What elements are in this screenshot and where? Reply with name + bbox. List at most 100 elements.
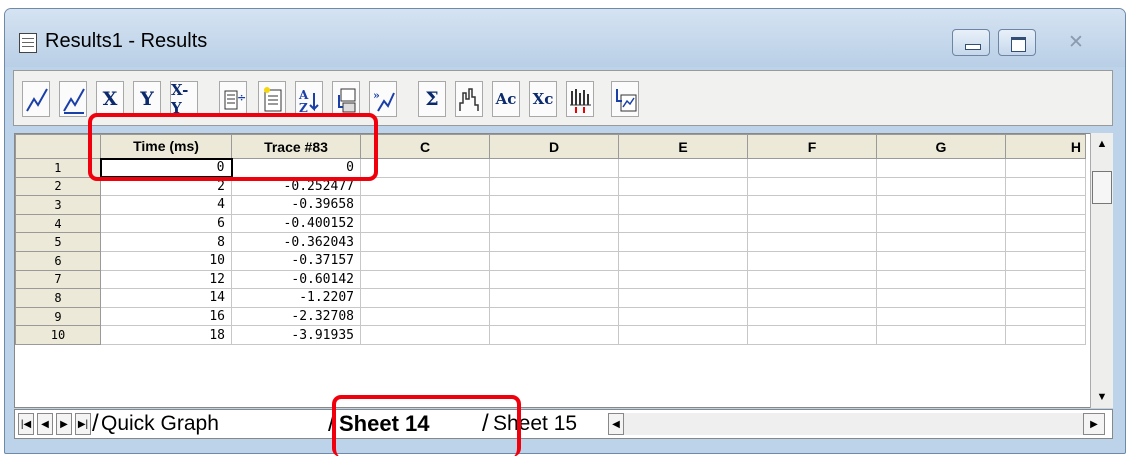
table-row[interactable]: 6 10 -0.37157 [15,250,1086,271]
trace-cell[interactable]: -0.400152 [231,213,361,234]
empty-cell[interactable] [618,232,748,252]
column-header-e[interactable]: E [618,134,748,159]
empty-cell[interactable] [360,158,490,178]
table-row[interactable]: 10 18 -3.91935 [15,325,1086,345]
empty-cell[interactable] [1005,195,1086,215]
time-cell[interactable]: 16 [100,306,232,327]
row-header[interactable]: 9 [15,306,101,327]
row-header[interactable]: 3 [15,195,101,215]
trace-cell[interactable]: -3.91935 [231,325,361,345]
empty-cell[interactable] [489,213,619,234]
empty-cell[interactable] [747,269,877,290]
vertical-scrollbar[interactable]: ▲ ▼ [1090,133,1113,408]
row-header[interactable]: 6 [15,250,101,271]
empty-cell[interactable] [1005,306,1086,327]
table-row[interactable]: 4 6 -0.400152 [15,213,1086,234]
row-header[interactable]: 4 [15,213,101,234]
empty-cell[interactable] [876,250,1006,271]
minimize-button[interactable] [952,29,990,56]
empty-cell[interactable] [360,232,490,252]
table-row[interactable]: 3 4 -0.39658 [15,195,1086,215]
table-row[interactable]: 5 8 -0.362043 [15,232,1086,252]
time-cell[interactable]: 6 [100,213,232,234]
empty-cell[interactable] [1005,325,1086,345]
line-graph-marker-button[interactable] [59,81,87,117]
row-header[interactable]: 5 [15,232,101,252]
scroll-left-arrow-icon[interactable]: ◀ [608,413,624,435]
column-header-f[interactable]: F [747,134,877,159]
trace-cell[interactable]: -0.362043 [231,232,361,252]
scroll-thumb[interactable] [1092,171,1112,204]
empty-cell[interactable] [489,325,619,345]
x-column-button[interactable]: X [96,81,124,117]
column-header-g[interactable]: G [876,134,1006,159]
scroll-right-arrow-icon[interactable]: ▶ [1083,413,1105,435]
empty-cell[interactable] [489,288,619,308]
empty-cell[interactable] [489,250,619,271]
empty-cell[interactable] [747,176,877,197]
empty-cell[interactable] [489,195,619,215]
empty-cell[interactable] [618,269,748,290]
column-header-c[interactable]: C [360,134,490,159]
sum-button[interactable]: Σ [418,81,446,117]
empty-cell[interactable] [876,306,1006,327]
trace-cell[interactable]: -2.32708 [231,306,361,327]
empty-cell[interactable] [360,325,490,345]
empty-cell[interactable] [489,232,619,252]
export-graph-button[interactable] [611,81,639,117]
empty-cell[interactable] [618,176,748,197]
paste-button[interactable] [258,81,286,117]
empty-cell[interactable] [489,269,619,290]
empty-cell[interactable] [489,158,619,178]
time-cell[interactable]: 4 [100,195,232,215]
trace-cell[interactable]: -1.2207 [231,288,361,308]
empty-cell[interactable] [876,158,1006,178]
empty-cell[interactable] [1005,158,1086,178]
histogram-button[interactable] [455,81,483,117]
time-cell[interactable]: 18 [100,325,232,345]
table-row[interactable]: 8 14 -1.2207 [15,288,1086,308]
empty-cell[interactable] [618,250,748,271]
empty-cell[interactable] [876,288,1006,308]
line-graph-button[interactable] [22,81,50,117]
empty-cell[interactable] [360,250,490,271]
y-column-button[interactable]: Y [133,81,161,117]
column-header-d[interactable]: D [489,134,619,159]
scroll-down-arrow-icon[interactable]: ▼ [1091,386,1113,408]
table-row[interactable]: 9 16 -2.32708 [15,306,1086,327]
empty-cell[interactable] [747,306,877,327]
empty-cell[interactable] [747,195,877,215]
sort-button[interactable]: AZ [295,81,323,117]
insert-column-button[interactable]: ÷ [219,81,247,117]
empty-cell[interactable] [876,269,1006,290]
empty-cell[interactable] [618,213,748,234]
empty-cell[interactable] [618,195,748,215]
maximize-button[interactable] [998,29,1036,56]
row-header[interactable]: 8 [15,288,101,308]
empty-cell[interactable] [360,288,490,308]
bar-arrows-button[interactable] [566,81,594,117]
empty-cell[interactable] [360,176,490,197]
arrow-graph-button[interactable]: » [369,81,397,117]
time-cell[interactable]: 14 [100,288,232,308]
empty-cell[interactable] [876,213,1006,234]
time-cell[interactable]: 8 [100,232,232,252]
empty-cell[interactable] [618,325,748,345]
empty-cell[interactable] [747,250,877,271]
scroll-up-arrow-icon[interactable]: ▲ [1091,133,1113,155]
empty-cell[interactable] [489,306,619,327]
empty-cell[interactable] [360,213,490,234]
empty-cell[interactable] [1005,269,1086,290]
row-header[interactable]: 2 [15,176,101,197]
xy-column-button[interactable]: X-Y [170,81,198,117]
horizontal-scroll-track[interactable] [624,413,1083,435]
empty-cell[interactable] [747,213,877,234]
tab-quick-graph[interactable]: Quick Graph [101,410,219,438]
time-cell[interactable]: 10 [100,250,232,271]
row-header[interactable]: 7 [15,269,101,290]
time-cell[interactable]: 12 [100,269,232,290]
empty-cell[interactable] [747,158,877,178]
empty-cell[interactable] [360,269,490,290]
empty-cell[interactable] [360,195,490,215]
first-sheet-icon[interactable]: |◀ [18,413,34,435]
